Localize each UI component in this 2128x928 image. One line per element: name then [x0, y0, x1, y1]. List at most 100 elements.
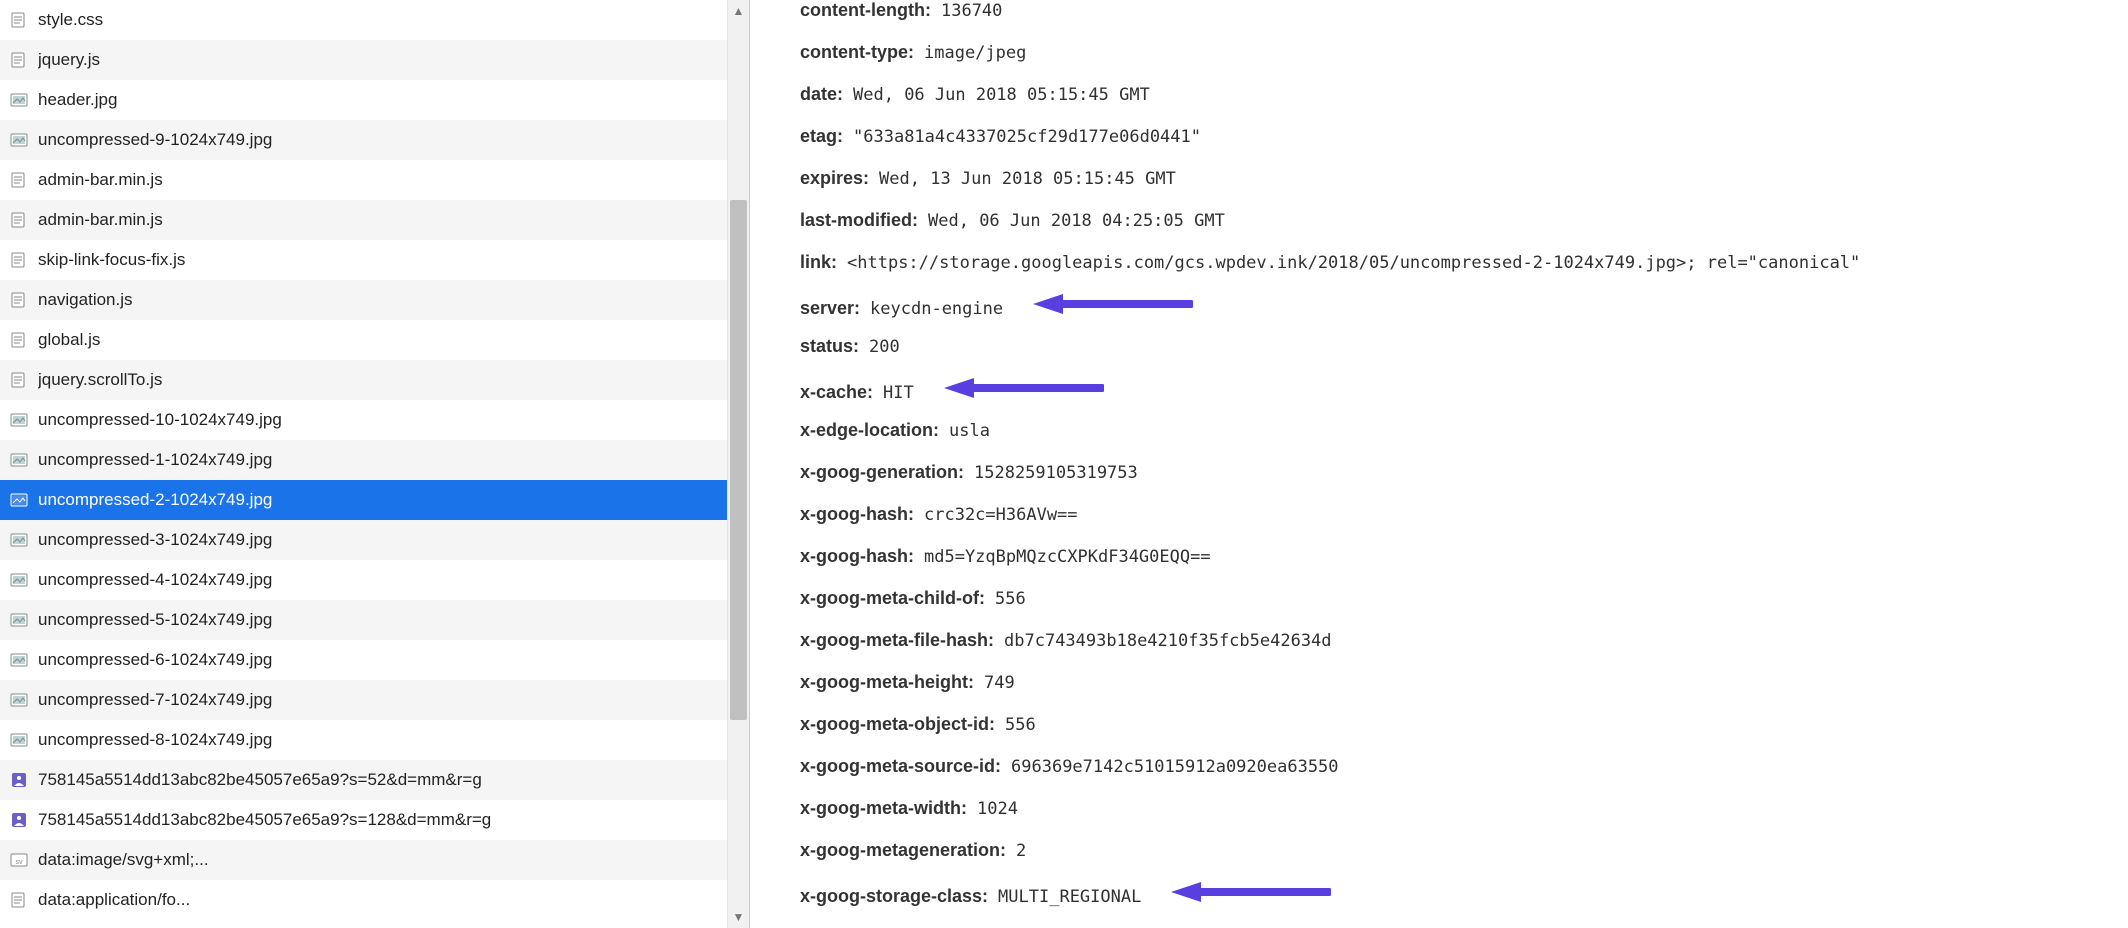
file-row[interactable]: uncompressed-2-1024x749.jpg [0, 480, 727, 520]
file-name-label: 758145a5514dd13abc82be45057e65a9?s=128&d… [38, 810, 491, 830]
header-key: x-goog-hash: [800, 504, 914, 525]
file-name-label: uncompressed-1-1024x749.jpg [38, 450, 272, 470]
header-row: x-goog-meta-child-of: 556 [800, 588, 2078, 630]
header-value: 556 [995, 589, 1026, 609]
file-name-label: jquery.scrollTo.js [38, 370, 162, 390]
file-row[interactable]: 758145a5514dd13abc82be45057e65a9?s=52&d=… [0, 760, 727, 800]
file-row[interactable]: uncompressed-8-1024x749.jpg [0, 720, 727, 760]
scroll-up-arrow-icon[interactable]: ▲ [728, 0, 749, 22]
header-key: x-goog-hash: [800, 546, 914, 567]
file-name-label: admin-bar.min.js [38, 170, 163, 190]
annotation-arrow-icon [1033, 294, 1193, 314]
file-row[interactable]: global.js [0, 320, 727, 360]
file-name-label: uncompressed-2-1024x749.jpg [38, 490, 272, 510]
document-file-icon [10, 892, 28, 908]
header-key: date: [800, 84, 843, 105]
response-headers-pane: content-length:136740content-type:image/… [750, 0, 2128, 928]
header-key: content-type: [800, 42, 914, 63]
file-name-label: navigation.js [38, 290, 133, 310]
header-value: Wed, 06 Jun 2018 05:15:45 GMT [853, 85, 1150, 105]
header-value: image/jpeg [924, 43, 1026, 63]
file-name-label: uncompressed-8-1024x749.jpg [38, 730, 272, 750]
file-name-label: uncompressed-10-1024x749.jpg [38, 410, 282, 430]
file-name-label: uncompressed-3-1024x749.jpg [38, 530, 272, 550]
header-key: x-goog-metageneration: [800, 840, 1006, 861]
header-row: x-goog-meta-source-id:696369e7142c510159… [800, 756, 2078, 798]
gravatar-icon [10, 772, 28, 788]
header-value: "633a81a4c4337025cf29d177e06d0441" [853, 127, 1201, 147]
header-value: <https://storage.googleapis.com/gcs.wpde… [847, 253, 1860, 273]
file-row[interactable]: uncompressed-4-1024x749.jpg [0, 560, 727, 600]
file-row[interactable]: uncompressed-3-1024x749.jpg [0, 520, 727, 560]
document-file-icon [10, 372, 28, 388]
file-name-label: uncompressed-5-1024x749.jpg [38, 610, 272, 630]
file-row[interactable]: style.css [0, 0, 727, 40]
file-row[interactable]: jquery.js [0, 40, 727, 80]
file-name-label: jquery.js [38, 50, 100, 70]
file-name-label: uncompressed-4-1024x749.jpg [38, 570, 272, 590]
file-row[interactable]: uncompressed-5-1024x749.jpg [0, 600, 727, 640]
header-value: 1024 [977, 799, 1018, 819]
svg-file-icon: sv [10, 852, 28, 868]
header-row: x-goog-meta-object-id:556 [800, 714, 2078, 756]
header-value: Wed, 06 Jun 2018 04:25:05 GMT [928, 211, 1225, 231]
file-row[interactable]: data:application/fo... [0, 880, 727, 920]
header-row: last-modified: Wed, 06 Jun 2018 04:25:05 … [800, 210, 2078, 252]
header-row: date: Wed, 06 Jun 2018 05:15:45 GMT [800, 84, 2078, 126]
header-value: HIT [883, 383, 914, 403]
header-value: 2 [1016, 841, 1026, 861]
header-value: 136740 [941, 1, 1002, 21]
file-name-label: uncompressed-9-1024x749.jpg [38, 130, 272, 150]
file-row[interactable]: navigation.js [0, 280, 727, 320]
header-row: x-goog-generation:1528259105319753 [800, 462, 2078, 504]
scrollbar-thumb[interactable] [730, 200, 747, 720]
file-row[interactable]: svdata:image/svg+xml;... [0, 840, 727, 880]
header-row: x-goog-meta-width:1024 [800, 798, 2078, 840]
document-file-icon [10, 332, 28, 348]
header-value: 696369e7142c51015912a0920ea63550 [1011, 757, 1339, 777]
file-name-label: admin-bar.min.js [38, 210, 163, 230]
file-name-label: header.jpg [38, 90, 117, 110]
file-list-pane: style.css jquery.js header.jpg uncompressed… [0, 0, 750, 928]
annotation-arrow-icon [944, 378, 1104, 398]
file-name-label: 758145a5514dd13abc82be45057e65a9?s=52&d=… [38, 770, 482, 790]
file-row[interactable]: header.jpg [0, 80, 727, 120]
file-row[interactable]: 758145a5514dd13abc82be45057e65a9?s=128&d… [0, 800, 727, 840]
file-row[interactable]: uncompressed-9-1024x749.jpg [0, 120, 727, 160]
header-key: server: [800, 298, 860, 319]
header-row: x-goog-storage-class:MULTI_REGIONAL [800, 882, 2078, 924]
header-row: content-type: image/jpeg [800, 42, 2078, 84]
header-key: x-goog-meta-child-of: [800, 588, 985, 609]
header-key: link: [800, 252, 837, 273]
header-key: last-modified: [800, 210, 918, 231]
file-list[interactable]: style.css jquery.js header.jpg uncompressed… [0, 0, 727, 928]
document-file-icon [10, 292, 28, 308]
header-value: db7c743493b18e4210f35fcb5e42634d [1004, 631, 1332, 651]
scrollbar-track[interactable]: ▲ ▼ [727, 0, 749, 928]
image-file-icon [10, 492, 28, 508]
file-name-label: skip-link-focus-fix.js [38, 250, 185, 270]
header-value: MULTI_REGIONAL [998, 887, 1141, 907]
image-file-icon [10, 612, 28, 628]
header-key: x-goog-meta-file-hash: [800, 630, 994, 651]
image-file-icon [10, 412, 28, 428]
file-row[interactable]: skip-link-focus-fix.js [0, 240, 727, 280]
header-row: x-edge-location:usla [800, 420, 2078, 462]
header-row: etag:"633a81a4c4337025cf29d177e06d0441" [800, 126, 2078, 168]
file-name-label: data:application/fo... [38, 890, 190, 910]
file-row[interactable]: admin-bar.min.js [0, 200, 727, 240]
header-key: x-edge-location: [800, 420, 939, 441]
file-row[interactable]: uncompressed-7-1024x749.jpg [0, 680, 727, 720]
header-row: x-goog-meta-height:749 [800, 672, 2078, 714]
file-row[interactable]: admin-bar.min.js [0, 160, 727, 200]
header-row: x-goog-hash:md5=YzqBpMQzcCXPKdF34G0EQQ== [800, 546, 2078, 588]
file-row[interactable]: jquery.scrollTo.js [0, 360, 727, 400]
header-key: x-goog-meta-height: [800, 672, 974, 693]
file-row[interactable]: uncompressed-10-1024x749.jpg [0, 400, 727, 440]
file-name-label: uncompressed-6-1024x749.jpg [38, 650, 272, 670]
file-row[interactable]: uncompressed-1-1024x749.jpg [0, 440, 727, 480]
annotation-arrow-icon [1171, 882, 1331, 902]
scroll-down-arrow-icon[interactable]: ▼ [728, 906, 749, 928]
file-row[interactable]: uncompressed-6-1024x749.jpg [0, 640, 727, 680]
image-file-icon [10, 732, 28, 748]
